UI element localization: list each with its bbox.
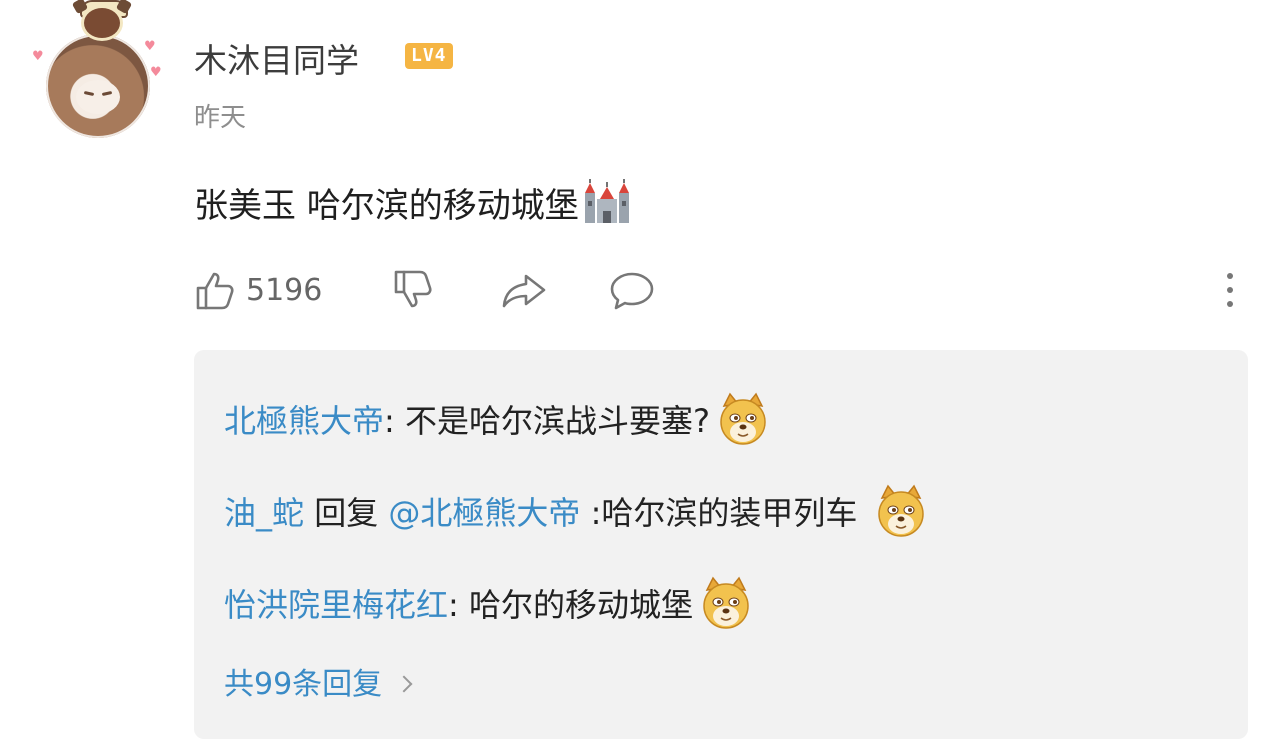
reply-text: 不是哈尔滨战斗要塞? xyxy=(404,402,710,440)
comment-bubble-icon xyxy=(610,272,654,310)
like-button[interactable]: 5196 xyxy=(194,268,322,312)
comment-text-content: 张美玉 哈尔滨的移动城堡 xyxy=(194,186,579,226)
share-button[interactable] xyxy=(500,268,550,312)
reply-to-label: 回复 xyxy=(304,494,389,532)
reply-author[interactable]: 怡洪院里梅花红 xyxy=(224,586,448,624)
thumbs-down-icon xyxy=(394,270,432,308)
doge-emoji-icon xyxy=(720,392,766,445)
reply-button[interactable] xyxy=(608,268,656,312)
like-count: 5196 xyxy=(246,272,323,308)
avatar-face xyxy=(76,80,120,114)
heart-icon: ♥ xyxy=(32,49,44,64)
author-name[interactable]: 木沐目同学 xyxy=(194,34,359,82)
replies-panel[interactable]: 北極熊大帝: 不是哈尔滨战斗要塞? 油_蛇 回复 @北極熊大帝 :哈尔滨的装甲列… xyxy=(194,350,1248,739)
level-badge: LV4 xyxy=(405,43,453,69)
reply-text: :哈尔滨的装甲列车 xyxy=(580,494,868,532)
reply-item[interactable]: 油_蛇 回复 @北極熊大帝 :哈尔滨的装甲列车 xyxy=(224,484,928,538)
dislike-button[interactable] xyxy=(392,268,436,312)
doge-emoji-icon xyxy=(877,484,924,537)
heart-icon: ♥ xyxy=(150,65,162,80)
comment-text: 张美玉 哈尔滨的移动城堡 xyxy=(194,178,633,227)
doge-emoji-icon xyxy=(703,576,749,629)
reply-author[interactable]: 北極熊大帝 xyxy=(224,402,384,440)
share-arrow-icon xyxy=(502,274,546,308)
thumbs-up-icon xyxy=(196,272,234,310)
reply-text: 哈尔的移动城堡 xyxy=(468,586,693,624)
comment-time: 昨天 xyxy=(194,103,247,133)
reply-count-label: 共99条回复 xyxy=(224,667,383,702)
avatar-image xyxy=(46,34,150,138)
more-vertical-icon xyxy=(1227,273,1233,307)
heart-icon: ♥ xyxy=(144,39,156,54)
reply-separator: : xyxy=(448,586,469,624)
chevron-right-icon xyxy=(395,675,413,693)
reply-mention[interactable]: @北極熊大帝 xyxy=(388,494,580,532)
comment-action-bar: 5196 xyxy=(194,268,1284,312)
more-options-button[interactable] xyxy=(1216,268,1244,312)
reply-item[interactable]: 北極熊大帝: 不是哈尔滨战斗要塞? xyxy=(224,392,770,446)
reply-item[interactable]: 怡洪院里梅花红: 哈尔的移动城堡 xyxy=(224,576,753,630)
avatar-pendant-icon xyxy=(70,0,134,46)
author-avatar[interactable]: ♥ ♥ ♥ xyxy=(30,0,170,140)
reply-separator: : xyxy=(384,402,405,440)
reply-author[interactable]: 油_蛇 xyxy=(224,494,304,532)
castle-emoji-icon xyxy=(584,179,629,223)
view-all-replies-link[interactable]: 共99条回复 xyxy=(224,659,413,703)
